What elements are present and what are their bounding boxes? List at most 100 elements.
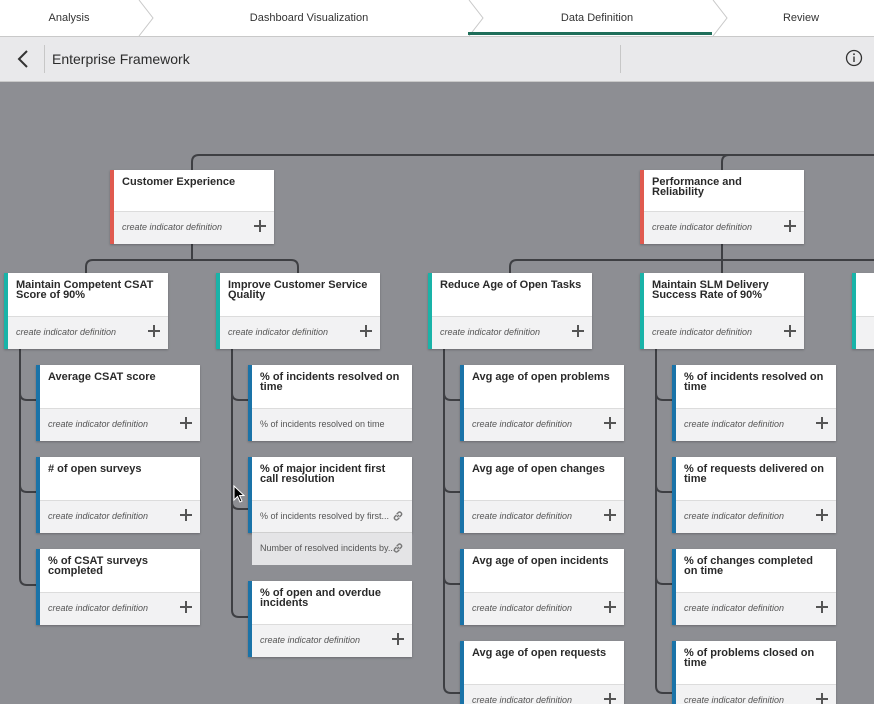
- indicator-card[interactable]: % of incidents resolved on time create i…: [672, 365, 836, 441]
- indicator-title: Avg age of open problems: [472, 371, 610, 383]
- indicator-card[interactable]: Avg age of open problems create indicato…: [460, 365, 624, 441]
- indicator-card[interactable]: % of problems closed on time create indi…: [672, 641, 836, 704]
- indicator-title: # of open surveys: [48, 463, 142, 475]
- framework-canvas[interactable]: Customer Experience create indicator def…: [0, 82, 874, 704]
- card-footer[interactable]: create indicator definition: [676, 500, 836, 533]
- tab-review[interactable]: Review: [728, 0, 874, 36]
- indicator-title: % of CSAT surveys completed: [48, 555, 149, 577]
- card-footer[interactable]: create indicator definition: [464, 684, 624, 704]
- create-indicator-link[interactable]: create indicator definition: [48, 409, 148, 440]
- indicator-card[interactable]: Avg age of open changes create indicator…: [460, 457, 624, 533]
- create-indicator-link[interactable]: create indicator definition: [48, 501, 148, 532]
- create-indicator-link[interactable]: create indicator definition: [684, 593, 784, 624]
- indicator-definition-label[interactable]: % of incidents resolved by first...: [260, 501, 389, 532]
- create-indicator-link[interactable]: create indicator definition: [472, 685, 572, 704]
- tab-data-definition[interactable]: Data Definition: [482, 0, 712, 36]
- create-indicator-link[interactable]: create indicator definition: [472, 409, 572, 440]
- goal-card[interactable]: Improve Customer Service Quality create …: [216, 273, 380, 349]
- plus-icon[interactable]: [360, 325, 372, 337]
- create-indicator-link[interactable]: create indicator definition: [228, 317, 328, 348]
- card-footer[interactable]: create indicator definition: [220, 316, 380, 349]
- objective-title: Customer Experience: [122, 176, 236, 188]
- plus-icon[interactable]: [604, 509, 616, 521]
- create-indicator-link[interactable]: create indicator definition: [684, 409, 784, 440]
- objective-card[interactable]: Customer Experience create indicator def…: [110, 170, 274, 244]
- card-footer[interactable]: % of incidents resolved by first...: [252, 500, 412, 533]
- card-footer-secondary[interactable]: Number of resolved incidents by...: [252, 532, 412, 565]
- card-footer[interactable]: create indicator definition: [40, 500, 200, 533]
- plus-icon[interactable]: [148, 325, 160, 337]
- card-footer[interactable]: create indicator definition: [464, 592, 624, 625]
- plus-icon[interactable]: [604, 417, 616, 429]
- indicator-card[interactable]: % of CSAT surveys completed create indic…: [36, 549, 200, 625]
- indicator-card[interactable]: Avg age of open incidents create indicat…: [460, 549, 624, 625]
- plus-icon[interactable]: [180, 417, 192, 429]
- create-indicator-link[interactable]: create indicator definition: [48, 593, 148, 624]
- plus-icon[interactable]: [604, 693, 616, 704]
- tab-dashboard-visualization[interactable]: Dashboard Visualization: [154, 0, 464, 36]
- create-indicator-link[interactable]: create indicator definition: [440, 317, 540, 348]
- create-indicator-link[interactable]: create indicator definition: [16, 317, 116, 348]
- plus-icon[interactable]: [784, 325, 796, 337]
- goal-card[interactable]: Maintain Competent CSAT Score of 90% cre…: [4, 273, 168, 349]
- indicator-card[interactable]: % of major incident first call resolutio…: [248, 457, 412, 565]
- objective-title: Performance and Reliability: [652, 176, 742, 198]
- plus-icon[interactable]: [254, 220, 266, 232]
- goal-card[interactable]: Maintain SLM Delivery Success Rate of 90…: [640, 273, 804, 349]
- indicator-definition-label[interactable]: Number of resolved incidents by...: [260, 533, 395, 564]
- create-indicator-link[interactable]: create indicator definition: [652, 317, 752, 348]
- indicator-card[interactable]: Average CSAT score create indicator defi…: [36, 365, 200, 441]
- indicator-title: Avg age of open changes: [472, 463, 605, 475]
- plus-icon[interactable]: [816, 509, 828, 521]
- tab-analysis[interactable]: Analysis: [0, 0, 138, 36]
- goal-card-partial[interactable]: [852, 273, 874, 349]
- goal-card[interactable]: Reduce Age of Open Tasks create indicato…: [428, 273, 592, 349]
- info-icon[interactable]: [845, 49, 863, 67]
- plus-icon[interactable]: [816, 693, 828, 704]
- plus-icon[interactable]: [816, 417, 828, 429]
- plus-icon[interactable]: [180, 509, 192, 521]
- indicator-card[interactable]: % of incidents resolved on time % of inc…: [248, 365, 412, 441]
- plus-icon[interactable]: [604, 601, 616, 613]
- page-title: Enterprise Framework: [52, 51, 190, 67]
- card-footer[interactable]: create indicator definition: [644, 211, 804, 244]
- card-footer[interactable]: create indicator definition: [8, 316, 168, 349]
- create-indicator-link[interactable]: create indicator definition: [260, 625, 360, 656]
- create-indicator-link[interactable]: create indicator definition: [472, 593, 572, 624]
- create-indicator-link[interactable]: create indicator definition: [472, 501, 572, 532]
- indicator-card[interactable]: % of requests delivered on time create i…: [672, 457, 836, 533]
- card-footer[interactable]: create indicator definition: [644, 316, 804, 349]
- chevron-left-icon[interactable]: [14, 49, 34, 69]
- plus-icon[interactable]: [572, 325, 584, 337]
- card-footer[interactable]: create indicator definition: [432, 316, 592, 349]
- create-indicator-link[interactable]: create indicator definition: [684, 685, 784, 704]
- indicator-card[interactable]: % of changes completed on time create in…: [672, 549, 836, 625]
- objective-card[interactable]: Performance and Reliability create indic…: [640, 170, 804, 244]
- indicator-title: % of requests delivered on time: [684, 463, 824, 485]
- card-footer[interactable]: % of incidents resolved on time: [252, 408, 412, 441]
- link-icon[interactable]: [392, 542, 404, 554]
- card-footer[interactable]: create indicator definition: [40, 408, 200, 441]
- create-indicator-link[interactable]: create indicator definition: [684, 501, 784, 532]
- indicator-card[interactable]: Avg age of open requests create indicato…: [460, 641, 624, 704]
- card-footer[interactable]: create indicator definition: [676, 684, 836, 704]
- card-footer[interactable]: create indicator definition: [464, 408, 624, 441]
- plus-icon[interactable]: [392, 633, 404, 645]
- card-footer[interactable]: create indicator definition: [676, 592, 836, 625]
- indicator-definition-label[interactable]: % of incidents resolved on time: [260, 409, 385, 440]
- card-footer[interactable]: create indicator definition: [252, 624, 412, 657]
- indicator-card[interactable]: # of open surveys create indicator defin…: [36, 457, 200, 533]
- indicator-title: Avg age of open incidents: [472, 555, 609, 567]
- indicator-card[interactable]: % of open and overdue incidents create i…: [248, 581, 412, 657]
- card-footer[interactable]: create indicator definition: [464, 500, 624, 533]
- indicator-title: % of changes completed on time: [684, 555, 813, 577]
- plus-icon[interactable]: [816, 601, 828, 613]
- plus-icon[interactable]: [784, 220, 796, 232]
- card-footer[interactable]: create indicator definition: [40, 592, 200, 625]
- link-icon[interactable]: [392, 510, 404, 522]
- create-indicator-link[interactable]: create indicator definition: [122, 212, 222, 243]
- create-indicator-link[interactable]: create indicator definition: [652, 212, 752, 243]
- plus-icon[interactable]: [180, 601, 192, 613]
- card-footer[interactable]: create indicator definition: [114, 211, 274, 244]
- card-footer[interactable]: create indicator definition: [676, 408, 836, 441]
